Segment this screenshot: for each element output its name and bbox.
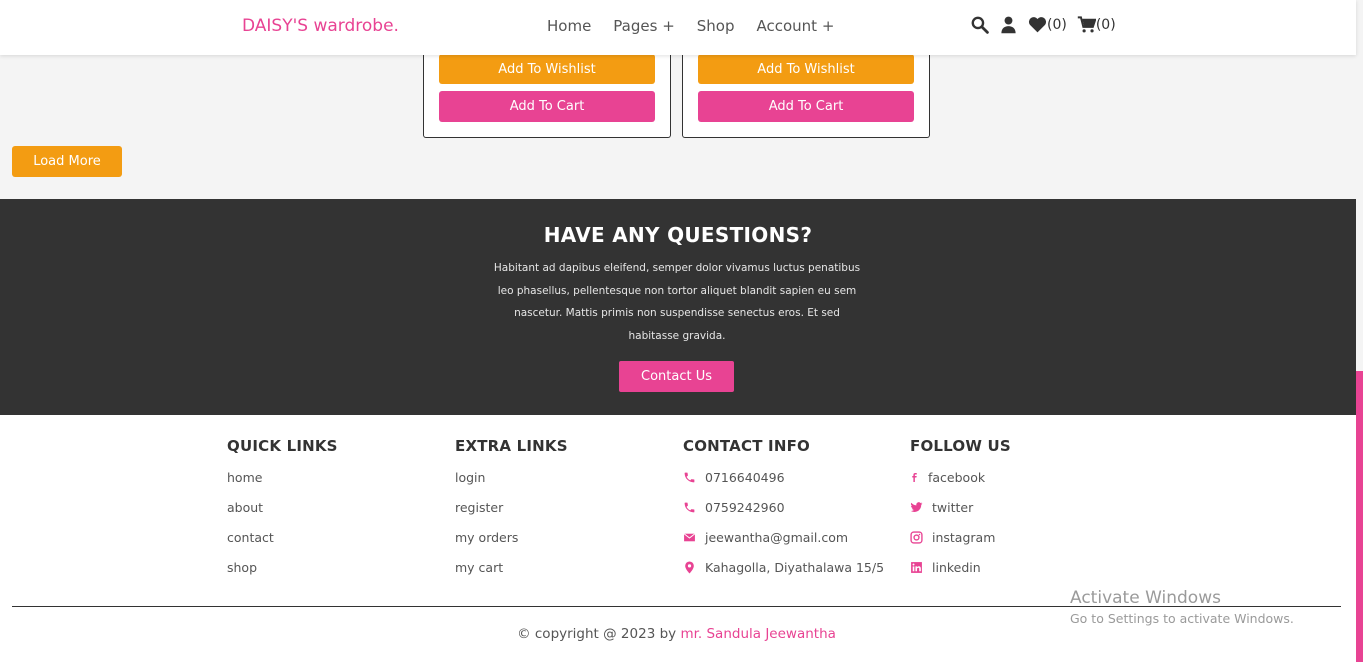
footer-link-my-orders[interactable]: my orders bbox=[455, 530, 568, 560]
nav-account[interactable]: Account + bbox=[757, 17, 835, 35]
contact-phone-1-text: 0716640496 bbox=[705, 470, 785, 485]
cart-link[interactable]: (0) bbox=[1077, 15, 1116, 34]
load-more-button[interactable]: Load More bbox=[12, 146, 122, 177]
contact-phone-2-text: 0759242960 bbox=[705, 500, 785, 515]
contact-address-text: Kahagolla, Diyathalawa 15/5 bbox=[705, 560, 885, 575]
add-to-cart-button[interactable]: Add To Cart bbox=[698, 91, 914, 122]
scrollbar-thumb[interactable] bbox=[1356, 371, 1363, 662]
questions-title: HAVE ANY QUESTIONS? bbox=[543, 223, 813, 247]
user-icon[interactable] bbox=[999, 15, 1018, 34]
footer-link-my-cart[interactable]: my cart bbox=[455, 560, 568, 590]
questions-text: Habitant ad dapibus eleifend, semper dol… bbox=[493, 262, 861, 342]
add-to-wishlist-button[interactable]: Add To Wishlist bbox=[698, 54, 914, 84]
footer-link-shop[interactable]: shop bbox=[227, 560, 338, 590]
follow-us-title: FOLLOW US bbox=[910, 437, 1011, 455]
envelope-icon bbox=[683, 533, 696, 542]
contact-address: Kahagolla, Diyathalawa 15/5 bbox=[683, 560, 884, 590]
extra-links-column: EXTRA LINKS login register my orders my … bbox=[455, 437, 568, 590]
watermark-subtitle: Go to Settings to activate Windows. bbox=[1070, 611, 1294, 626]
contact-email[interactable]: jeewantha@gmail.com bbox=[683, 530, 884, 560]
nav-home[interactable]: Home bbox=[547, 17, 591, 35]
copyright-author: mr. Sandula Jeewantha bbox=[680, 626, 836, 642]
footer-link-login[interactable]: login bbox=[455, 470, 568, 500]
windows-activation-watermark: Activate Windows Go to Settings to activ… bbox=[1070, 588, 1294, 626]
follow-us-column: FOLLOW US facebook twitter instagram lin… bbox=[910, 437, 1011, 590]
twitter-icon bbox=[910, 502, 923, 512]
phone-icon bbox=[684, 502, 695, 513]
site-header: DAISY'S wardrobe. Home Pages + Shop Acco… bbox=[0, 0, 1356, 55]
watermark-title: Activate Windows bbox=[1070, 588, 1221, 608]
contact-phone-1[interactable]: 0716640496 bbox=[683, 470, 884, 500]
questions-section: HAVE ANY QUESTIONS? Habitant ad dapibus … bbox=[0, 199, 1356, 415]
social-facebook[interactable]: facebook bbox=[910, 470, 1011, 500]
add-to-wishlist-button[interactable]: Add To Wishlist bbox=[439, 54, 655, 84]
add-to-cart-button[interactable]: Add To Cart bbox=[439, 91, 655, 122]
quick-links-column: QUICK LINKS home about contact shop bbox=[227, 437, 338, 590]
footer-link-home[interactable]: home bbox=[227, 470, 338, 500]
linkedin-icon bbox=[911, 562, 922, 573]
facebook-icon bbox=[912, 473, 917, 482]
social-linkedin-label: linkedin bbox=[932, 560, 981, 575]
contact-us-button[interactable]: Contact Us bbox=[619, 361, 734, 392]
nav-shop[interactable]: Shop bbox=[697, 17, 735, 35]
cart-count: (0) bbox=[1095, 16, 1116, 33]
wishlist-count: (0) bbox=[1047, 16, 1067, 33]
wishlist-link[interactable]: (0) bbox=[1028, 15, 1067, 34]
footer-link-register[interactable]: register bbox=[455, 500, 568, 530]
social-linkedin[interactable]: linkedin bbox=[910, 560, 1011, 590]
copyright-text: © copyright @ 2023 by bbox=[517, 626, 677, 642]
contact-phone-2[interactable]: 0759242960 bbox=[683, 500, 884, 530]
nav-pages[interactable]: Pages + bbox=[613, 17, 674, 35]
main-nav: Home Pages + Shop Account + bbox=[547, 17, 856, 35]
contact-info-column: CONTACT INFO 0716640496 0759242960 jeewa… bbox=[683, 437, 884, 590]
map-marker-icon bbox=[685, 561, 694, 574]
heart-icon bbox=[1028, 17, 1047, 33]
contact-email-text: jeewantha@gmail.com bbox=[705, 530, 849, 545]
phone-icon bbox=[684, 472, 695, 483]
site-logo[interactable]: DAISY'S wardrobe. bbox=[242, 16, 399, 36]
quick-links-title: QUICK LINKS bbox=[227, 437, 338, 455]
footer-link-contact[interactable]: contact bbox=[227, 530, 338, 560]
footer-link-about[interactable]: about bbox=[227, 500, 338, 530]
social-instagram-label: instagram bbox=[932, 530, 996, 545]
social-facebook-label: facebook bbox=[928, 470, 986, 485]
instagram-icon bbox=[910, 531, 923, 544]
social-instagram[interactable]: instagram bbox=[910, 530, 1011, 560]
copyright: © copyright @ 2023 by mr. Sandula Jeewan… bbox=[0, 626, 1353, 642]
social-twitter-label: twitter bbox=[932, 500, 974, 515]
cart-icon bbox=[1077, 16, 1096, 33]
header-icons: (0) (0) bbox=[970, 15, 1126, 34]
contact-info-title: CONTACT INFO bbox=[683, 437, 810, 455]
social-twitter[interactable]: twitter bbox=[910, 500, 1011, 530]
extra-links-title: EXTRA LINKS bbox=[455, 437, 568, 455]
search-icon[interactable] bbox=[970, 15, 989, 34]
